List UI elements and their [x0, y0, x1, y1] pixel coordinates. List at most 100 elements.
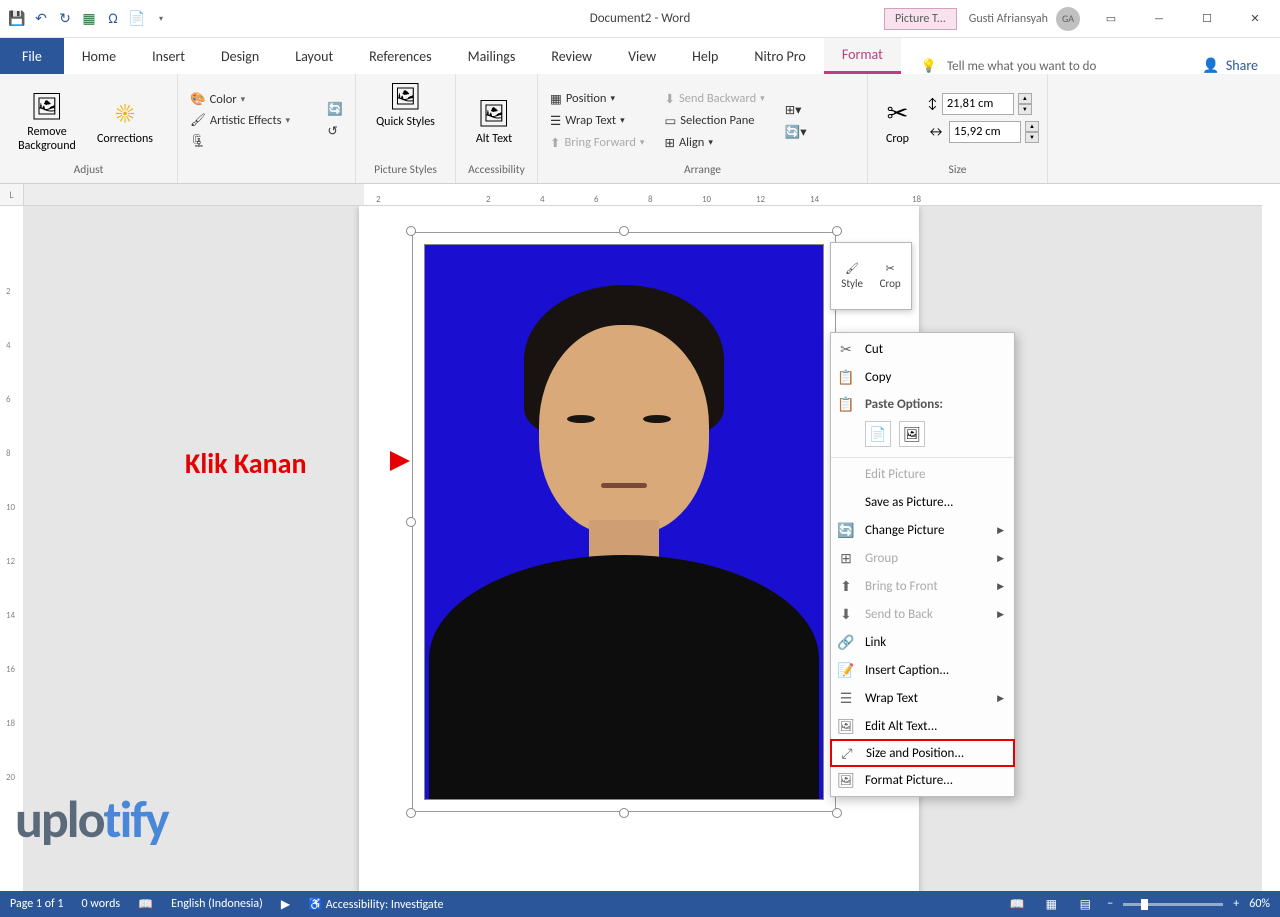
tab-design[interactable]: Design: [203, 38, 277, 74]
height-value[interactable]: 21,81 cm: [942, 93, 1014, 115]
float-crop-button[interactable]: ✂ Crop: [880, 262, 901, 290]
artistic-effects-button[interactable]: 🖌Artistic Effects▾: [186, 111, 319, 130]
wraptext-button[interactable]: ☰Wrap Text▾: [546, 111, 648, 131]
change-picture-icon-btn[interactable]: 🔄: [323, 100, 347, 119]
quick-styles-button[interactable]: 🖼 Quick Styles: [376, 78, 436, 130]
remove-background-button[interactable]: 🖼 Remove Background: [8, 88, 86, 154]
rotate-button[interactable]: 🔄▾: [781, 122, 811, 142]
paste-keep-source[interactable]: 📄: [865, 421, 891, 447]
resize-handle[interactable]: [619, 226, 629, 236]
send-backward-button[interactable]: ⬇Send Backward▾: [660, 89, 768, 109]
paste-picture[interactable]: 🖼: [899, 421, 925, 447]
resize-handle[interactable]: [406, 808, 416, 818]
file-tab[interactable]: File: [0, 38, 64, 74]
resize-handle[interactable]: [832, 226, 842, 236]
color-button[interactable]: 🎨Color▾: [186, 90, 319, 109]
wrap-icon: ☰: [550, 113, 561, 129]
ctx-copy[interactable]: 📋Copy: [831, 363, 1014, 391]
maximize-icon[interactable]: ☐: [1184, 4, 1230, 34]
qat-item-2-icon[interactable]: Ω: [102, 8, 124, 30]
zoom-out-icon[interactable]: −: [1107, 897, 1113, 911]
resize-handle[interactable]: [832, 808, 842, 818]
tab-mailings[interactable]: Mailings: [450, 38, 534, 74]
crop-button[interactable]: ✂ Crop: [876, 95, 919, 147]
width-up[interactable]: ▲: [1025, 121, 1039, 132]
tab-review[interactable]: Review: [533, 38, 610, 74]
close-icon[interactable]: ✕: [1232, 4, 1278, 34]
chevron-right-icon: ▶: [997, 525, 1004, 536]
ctx-size-and-position[interactable]: ⤢Size and Position...: [830, 739, 1015, 767]
ctx-edit-picture: Edit Picture: [831, 460, 1014, 488]
tab-help[interactable]: Help: [674, 38, 736, 74]
tab-insert[interactable]: Insert: [134, 38, 203, 74]
tab-references[interactable]: References: [351, 38, 449, 74]
ctx-wrap-text[interactable]: ☰Wrap Text▶: [831, 684, 1014, 712]
qat-more-icon[interactable]: ▾: [150, 8, 172, 30]
ctx-edit-alt-text[interactable]: 🖼Edit Alt Text...: [831, 712, 1014, 740]
qat-item-1-icon[interactable]: ▦: [78, 8, 100, 30]
language-status[interactable]: English (Indonesia): [171, 897, 263, 911]
tab-home[interactable]: Home: [64, 38, 134, 74]
ctx-change-picture[interactable]: 🔄Change Picture▶: [831, 516, 1014, 544]
ctx-bring-front: ⬆Bring to Front▶: [831, 572, 1014, 600]
bring-forward-button[interactable]: ⬆Bring Forward▾: [546, 133, 648, 153]
copy-icon: 📋: [837, 368, 855, 386]
word-count[interactable]: 0 words: [82, 897, 121, 911]
resize-handle[interactable]: [406, 226, 416, 236]
annotation-arrow-icon: [340, 446, 412, 481]
height-up[interactable]: ▲: [1018, 93, 1032, 104]
macro-icon[interactable]: ▶: [281, 897, 290, 912]
spellcheck-icon[interactable]: 📖: [138, 897, 153, 912]
print-layout-icon[interactable]: ▦: [1039, 895, 1063, 913]
save-icon[interactable]: 💾: [6, 8, 28, 30]
resize-handle[interactable]: [619, 808, 629, 818]
tab-layout[interactable]: Layout: [277, 38, 351, 74]
alt-text-button[interactable]: 🖼 Alt Text: [464, 95, 524, 147]
zoom-level[interactable]: 60%: [1249, 897, 1270, 911]
tab-nitro[interactable]: Nitro Pro: [736, 38, 823, 74]
ctx-send-back: ⬇Send to Back▶: [831, 600, 1014, 628]
avatar[interactable]: GA: [1056, 7, 1080, 31]
height-input[interactable]: ↕ 21,81 cm ▲▼: [927, 93, 1039, 115]
group-button-ribbon[interactable]: ⊞▾: [781, 100, 811, 120]
sizepos-icon: ⤢: [838, 744, 856, 762]
width-value[interactable]: 15,92 cm: [949, 121, 1021, 143]
tab-view[interactable]: View: [610, 38, 674, 74]
corrections-button[interactable]: ☀ Corrections: [86, 95, 164, 147]
ctx-insert-caption[interactable]: 📝Insert Caption...: [831, 656, 1014, 684]
ctx-link[interactable]: 🔗Link: [831, 628, 1014, 656]
ribbon-options-icon[interactable]: ▭: [1088, 4, 1134, 34]
page-status[interactable]: Page 1 of 1: [10, 897, 64, 911]
contextual-tab[interactable]: Picture T...: [884, 8, 957, 30]
zoom-slider[interactable]: [1123, 903, 1223, 906]
position-button[interactable]: ▦Position▾: [546, 89, 648, 109]
zoom-in-icon[interactable]: +: [1233, 897, 1239, 911]
resize-handle[interactable]: [406, 517, 416, 527]
tell-me-search[interactable]: 💡 Tell me what you want to do: [901, 59, 1203, 74]
bring-icon: ⬆: [550, 135, 560, 151]
selected-image[interactable]: [412, 232, 836, 812]
ctx-save-picture[interactable]: Save as Picture...: [831, 488, 1014, 516]
float-style-button[interactable]: 🖌 Style: [841, 262, 863, 290]
width-input[interactable]: ↔ 15,92 cm ▲▼: [927, 121, 1039, 143]
height-down[interactable]: ▼: [1018, 104, 1032, 115]
reset-picture-icon-btn[interactable]: ↺: [323, 121, 347, 141]
share-button[interactable]: 👤 Share: [1202, 57, 1280, 74]
ctx-format-picture[interactable]: 🖼Format Picture...: [831, 766, 1014, 794]
redo-icon[interactable]: ↻: [54, 8, 76, 30]
horizontal-ruler[interactable]: 2 2 4 6 8 10 12 14 18: [24, 184, 1262, 206]
read-mode-icon[interactable]: 📖: [1005, 895, 1029, 913]
undo-icon[interactable]: ↶: [30, 8, 52, 30]
width-down[interactable]: ▼: [1025, 132, 1039, 143]
minimize-icon[interactable]: —: [1136, 4, 1182, 34]
ctx-cut[interactable]: ✂Cut: [831, 335, 1014, 363]
accessibility-status[interactable]: ♿ Accessibility: Investigate: [308, 897, 443, 912]
align-button[interactable]: ⊞Align▾: [660, 133, 768, 153]
remove-bg-icon: 🖼: [29, 88, 65, 124]
compress-pictures-button[interactable]: 🗜: [186, 132, 319, 151]
web-layout-icon[interactable]: ▤: [1073, 895, 1097, 913]
corrections-label: Corrections: [97, 133, 153, 147]
selection-pane-button[interactable]: ▭Selection Pane: [660, 111, 768, 131]
qat-item-3-icon[interactable]: 📄: [126, 8, 148, 30]
tab-format[interactable]: Format: [824, 38, 901, 74]
